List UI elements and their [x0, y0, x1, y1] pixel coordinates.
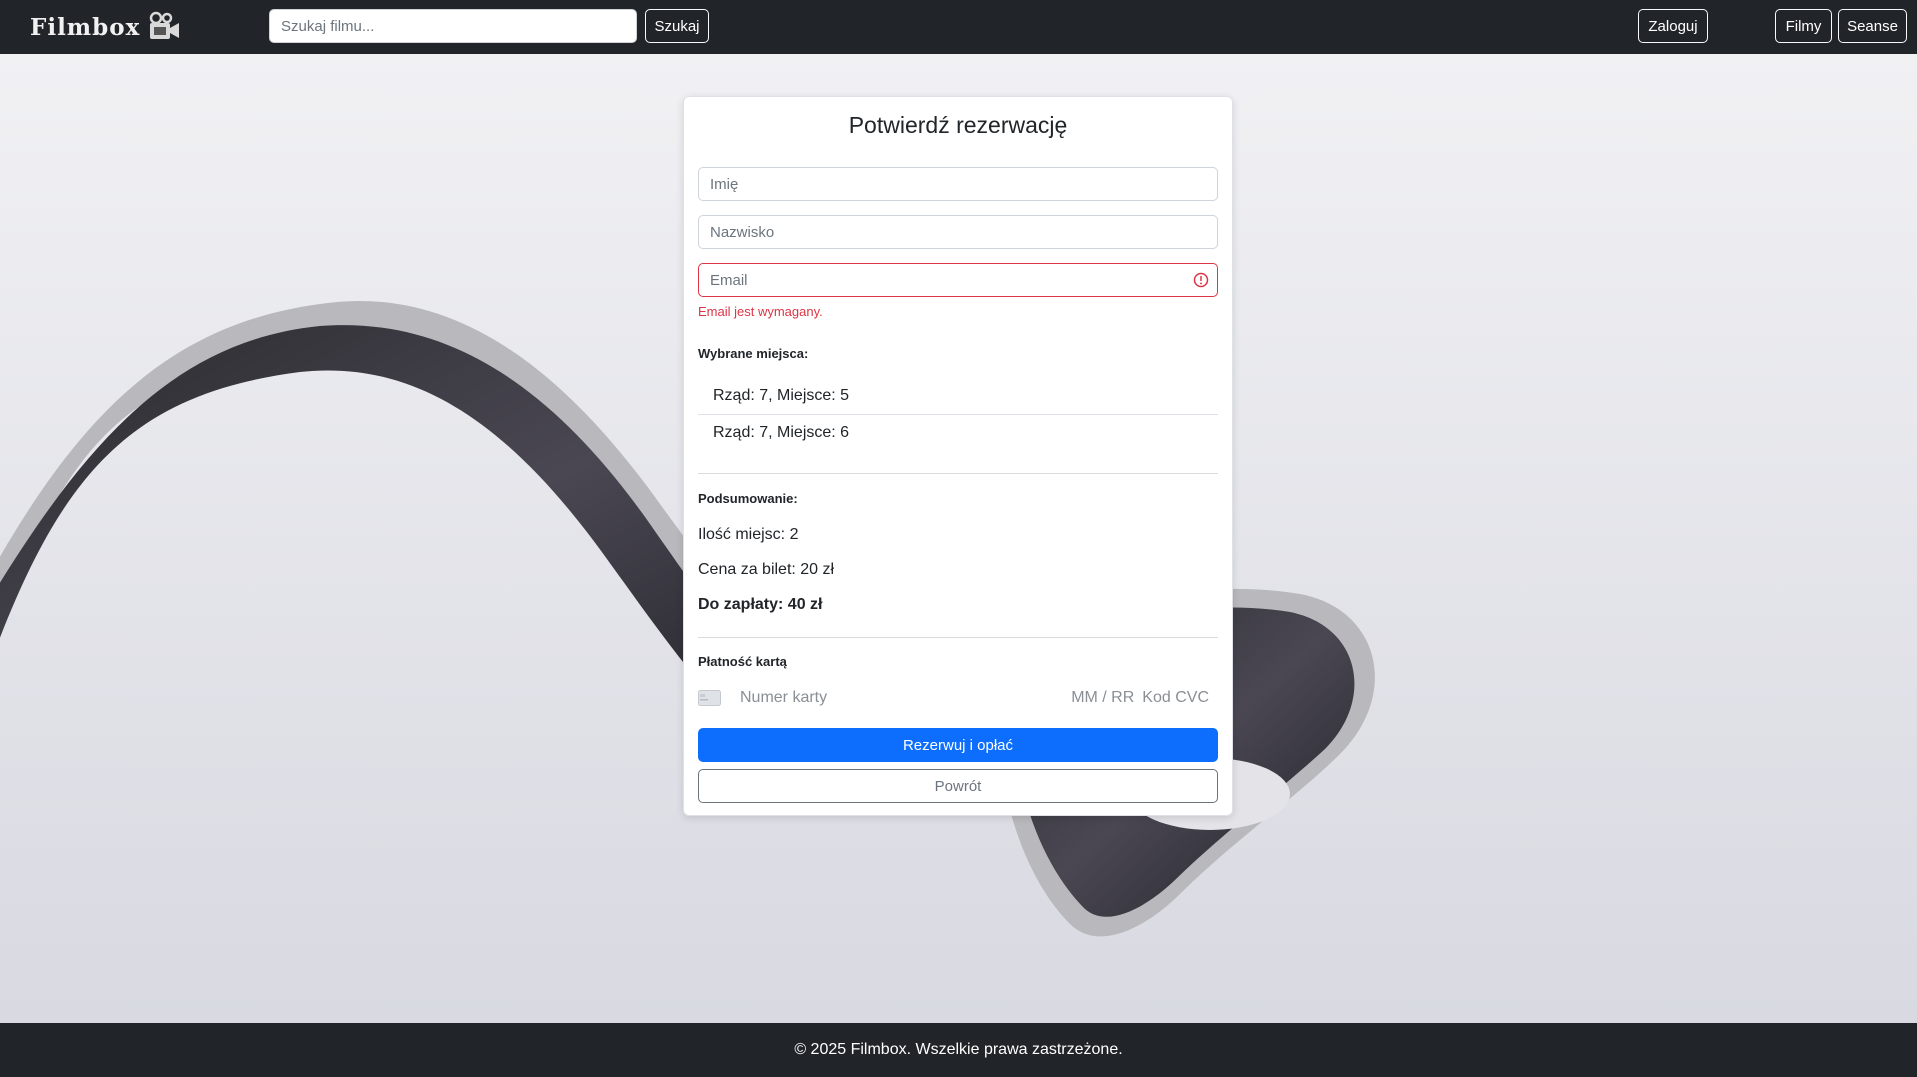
- total-amount-text: Do zapłaty: 40 zł: [698, 596, 823, 613]
- email-error-message: Email jest wymagany.: [698, 304, 823, 319]
- page-footer: © 2025 Filmbox. Wszelkie prawa zastrzeżo…: [0, 1023, 1917, 1077]
- top-navbar: Filmbox Szukaj Zaloguj Filmy Seanse: [0, 0, 1917, 54]
- page-title: Potwierdź rezerwację: [848, 112, 1068, 138]
- brand-logo-text: Filmbox: [30, 13, 141, 41]
- card-payment-element[interactable]: Numer karty MM / RR Kod CVC: [698, 683, 1218, 713]
- email-field[interactable]: [698, 263, 1218, 297]
- login-button[interactable]: Zaloguj: [1638, 9, 1708, 43]
- nav-screenings-button[interactable]: Seanse: [1838, 9, 1907, 43]
- card-cvc-field[interactable]: Kod CVC: [1142, 689, 1209, 707]
- film-camera-icon: [150, 11, 180, 39]
- search-input[interactable]: [269, 9, 637, 43]
- section-divider: [698, 473, 1218, 474]
- back-button[interactable]: Powrót: [698, 769, 1218, 803]
- footer-copyright: © 2025 Filmbox. Wszelkie prawa zastrzeżo…: [794, 1041, 1123, 1058]
- card-number-field[interactable]: Numer karty: [740, 689, 1071, 707]
- brand-logo[interactable]: Filmbox: [30, 10, 182, 44]
- ticket-price-text: Cena za bilet: 20 zł: [698, 561, 835, 578]
- selected-seats-label: Wybrane miejsca:: [698, 346, 809, 361]
- seat-list-item: Rząd: 7, Miejsce: 6: [713, 423, 850, 441]
- credit-card-icon: [698, 690, 721, 706]
- card-expiry-field[interactable]: MM / RR: [1071, 689, 1134, 707]
- search-button[interactable]: Szukaj: [645, 9, 709, 43]
- error-icon: [1193, 272, 1209, 288]
- seat-count-text: Ilość miejsc: 2: [698, 526, 799, 543]
- nav-films-button[interactable]: Filmy: [1775, 9, 1832, 43]
- last-name-field[interactable]: [698, 215, 1218, 249]
- seat-list-item: Rząd: 7, Miejsce: 5: [713, 386, 850, 404]
- summary-label: Podsumowanie:: [698, 491, 798, 506]
- payment-label: Płatność kartą: [698, 654, 787, 669]
- reserve-and-pay-button[interactable]: Rezerwuj i opłać: [698, 728, 1218, 762]
- section-divider: [698, 637, 1218, 638]
- first-name-field[interactable]: [698, 167, 1218, 201]
